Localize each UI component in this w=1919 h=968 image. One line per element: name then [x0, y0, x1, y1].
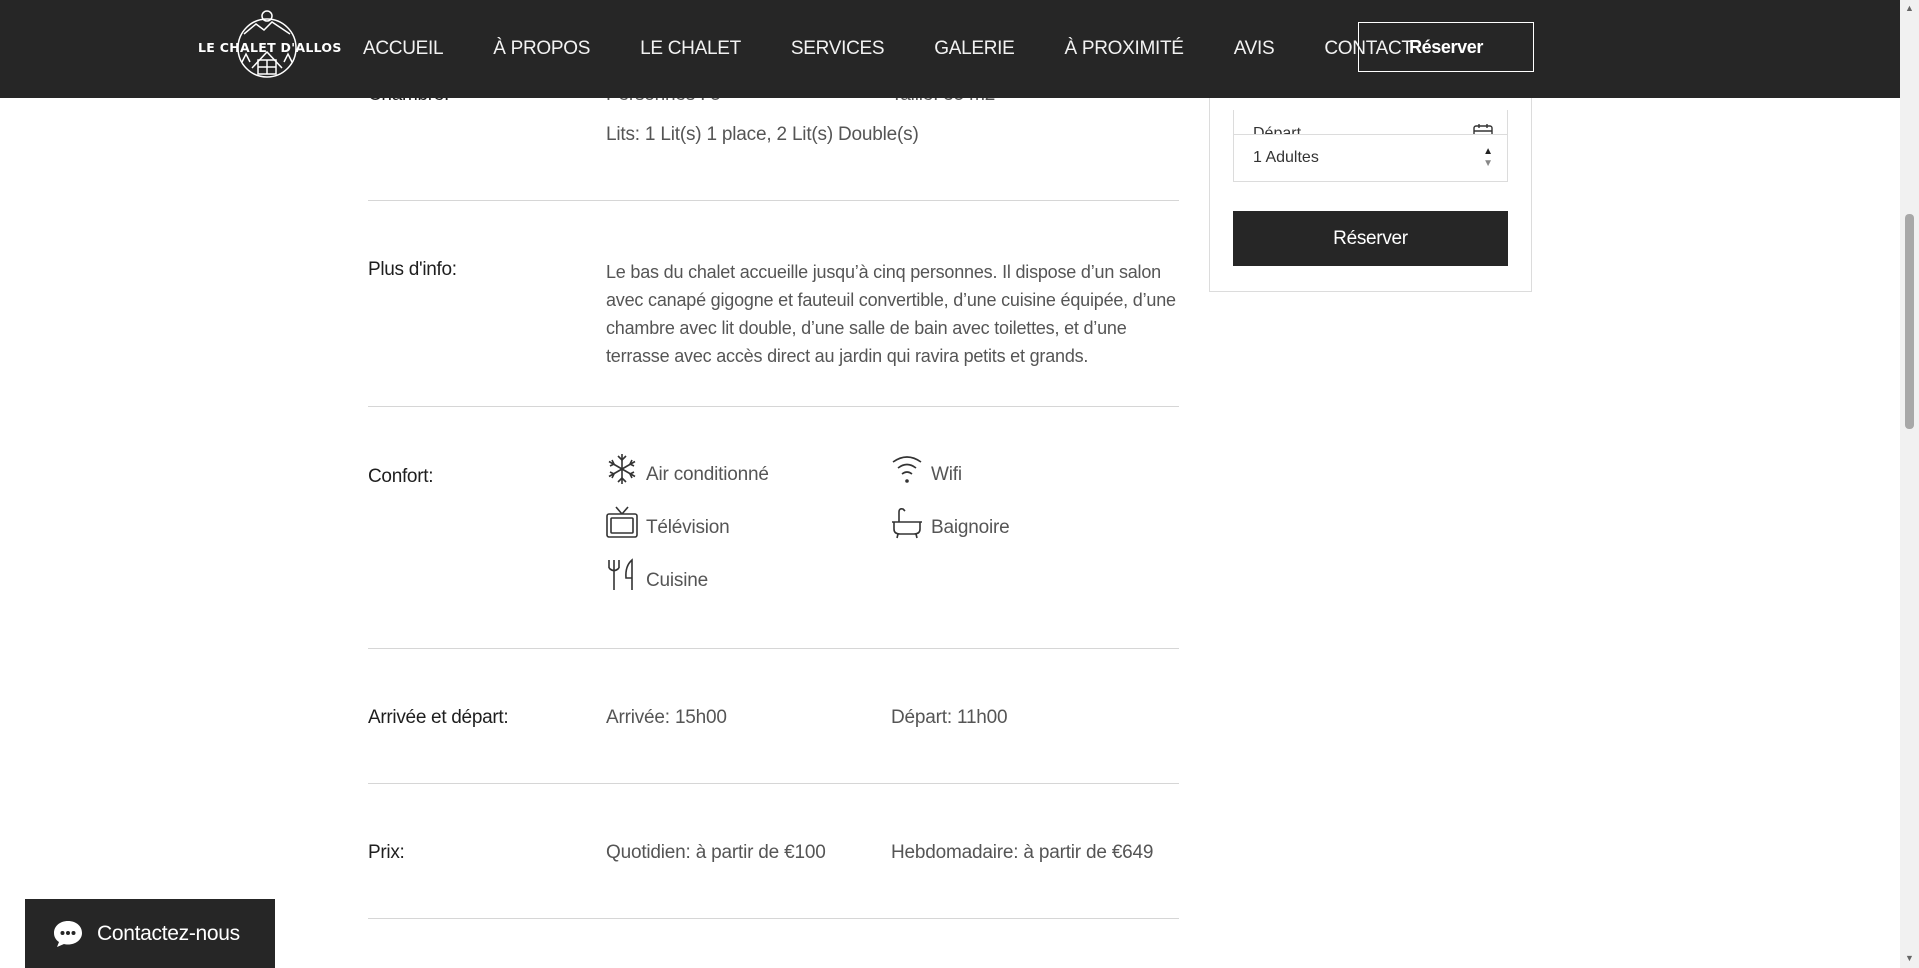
info-description: Le bas du chalet accueille jusqu’à cinq …	[606, 262, 1176, 366]
reserve-button[interactable]: Réserver	[1233, 211, 1508, 266]
wifi-icon	[892, 456, 922, 483]
scroll-up-icon[interactable]: ▲	[1904, 3, 1915, 13]
amenity-label: Baignoire	[931, 517, 1010, 538]
guests-value: 1 Adultes	[1253, 149, 1319, 166]
amenity-label: Wifi	[931, 464, 962, 485]
amenity-bathtub: Baignoire	[891, 507, 1010, 539]
amenity-television: Télévision	[606, 505, 730, 539]
nav-le-chalet[interactable]: LE CHALET	[640, 38, 741, 60]
amenity-kitchen: Cuisine	[606, 558, 708, 592]
divider	[368, 200, 1179, 201]
amenity-wifi: Wifi	[891, 454, 962, 486]
price-label: Prix:	[368, 842, 405, 863]
arrival-time: Arrivée: 15h00	[606, 707, 727, 728]
logo-text: LE CHALET D'ALLOS	[198, 40, 342, 55]
nav-avis[interactable]: AVIS	[1234, 38, 1275, 60]
stepper-up-icon[interactable]: ▲	[1483, 146, 1493, 158]
divider	[368, 918, 1179, 919]
bathtub-icon	[892, 508, 922, 539]
divider	[368, 783, 1179, 784]
amenity-label: Cuisine	[646, 570, 708, 591]
stepper-down-icon[interactable]: ▼	[1483, 158, 1493, 170]
nav-accueil[interactable]: ACCUEIL	[363, 38, 444, 60]
snowflake-icon	[608, 454, 636, 484]
guests-stepper[interactable]: ▲ ▼	[1483, 146, 1493, 170]
amenity-label: Télévision	[646, 517, 730, 538]
main-nav: ACCUEIL À PROPOS LE CHALET SERVICES GALE…	[363, 0, 1463, 98]
confort-label: Confort:	[368, 466, 434, 487]
info-label: Plus d'info:	[368, 259, 457, 280]
nav-a-proximite[interactable]: À PROXIMITÉ	[1065, 38, 1184, 60]
page-scrollbar[interactable]: ▲ ▼	[1900, 0, 1919, 968]
weekly-price: Hebdomadaire: à partir de €649	[891, 842, 1154, 863]
site-logo[interactable]: LE CHALET D'ALLOS	[198, 10, 342, 86]
divider	[368, 406, 1179, 407]
lits-value: Lits: 1 Lit(s) 1 place, 2 Lit(s) Double(…	[606, 124, 919, 145]
chat-label: Contactez-nous	[97, 921, 240, 945]
amenity-air-conditioning: Air conditionné	[606, 452, 769, 486]
scroll-thumb[interactable]	[1905, 214, 1914, 429]
nav-services[interactable]: SERVICES	[791, 38, 885, 60]
chat-button[interactable]: Contactez-nous	[25, 899, 275, 968]
daily-price: Quotidien: à partir de €100	[606, 842, 826, 863]
nav-a-propos[interactable]: À PROPOS	[493, 38, 590, 60]
header-reserve-button[interactable]: Réserver	[1358, 22, 1534, 72]
schedule-label: Arrivée et départ:	[368, 707, 509, 728]
divider	[368, 648, 1179, 649]
nav-galerie[interactable]: GALERIE	[934, 38, 1015, 60]
scroll-down-icon[interactable]: ▼	[1904, 953, 1915, 963]
site-header: LE CHALET D'ALLOS ACCUEIL À PROPOS LE CH…	[0, 0, 1900, 98]
cutlery-icon	[608, 558, 633, 590]
guests-field[interactable]: 1 Adultes ▲ ▼	[1233, 134, 1508, 182]
tv-icon	[606, 506, 638, 538]
chat-bubble-icon	[54, 920, 82, 947]
departure-time: Départ: 11h00	[891, 707, 1008, 728]
amenity-label: Air conditionné	[646, 464, 769, 485]
